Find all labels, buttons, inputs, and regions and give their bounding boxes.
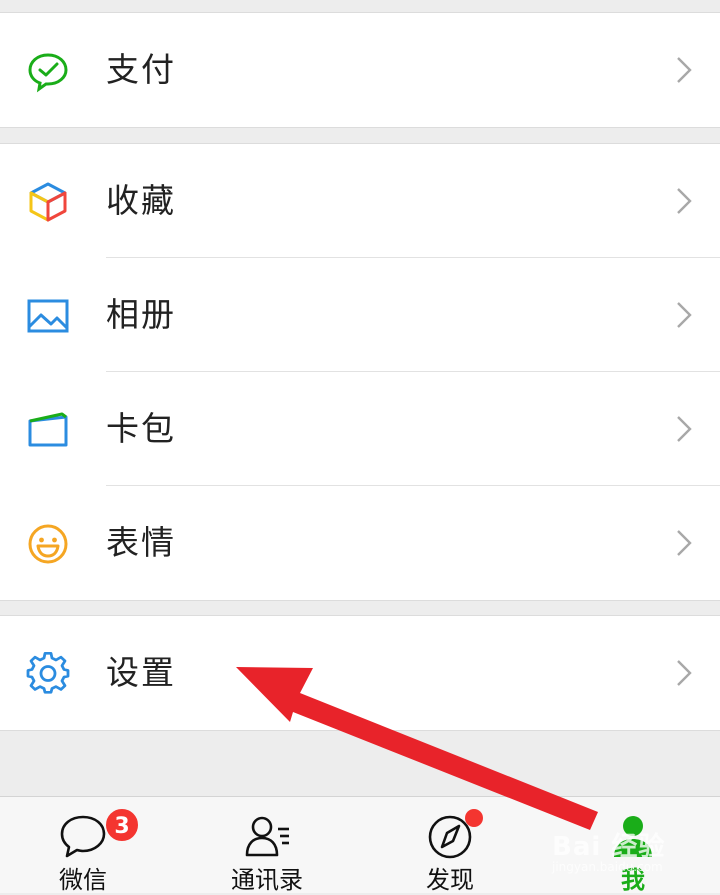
tab-contacts[interactable]: 通讯录 <box>192 797 342 894</box>
cube-icon <box>26 180 70 224</box>
menu-item-album[interactable]: 相册 <box>0 258 720 372</box>
chevron-right-icon <box>676 187 692 215</box>
menu-item-payment[interactable]: 支付 <box>0 13 720 127</box>
chevron-right-icon <box>676 659 692 687</box>
tab-discover[interactable]: 发现 <box>375 797 525 894</box>
gear-icon <box>26 652 70 696</box>
contacts-icon <box>242 811 292 861</box>
wallet-card-icon <box>26 408 70 452</box>
new-activity-dot <box>465 809 483 827</box>
unread-badge: 3 <box>104 807 140 843</box>
menu-item-label: 设置 <box>106 653 176 692</box>
payment-group: 支付 <box>0 12 720 128</box>
watermark-logo: Bai 经验 <box>552 832 666 862</box>
content-group: 收藏 相册 卡包 表情 <box>0 143 720 601</box>
chevron-right-icon <box>676 56 692 84</box>
smiley-icon <box>26 522 70 566</box>
menu-item-stickers[interactable]: 表情 <box>0 486 720 600</box>
tab-label: 微信 <box>59 866 107 894</box>
tab-label: 发现 <box>426 866 474 894</box>
settings-group: 设置 <box>0 615 720 731</box>
menu-item-settings[interactable]: 设置 <box>0 616 720 730</box>
wechat-pay-icon <box>26 49 70 93</box>
menu-item-label: 相册 <box>106 295 176 334</box>
chevron-right-icon <box>676 301 692 329</box>
tab-chats[interactable]: 3 微信 <box>8 797 158 894</box>
chat-bubble-icon <box>58 811 108 861</box>
menu-item-label: 收藏 <box>106 181 176 220</box>
menu-item-favorites[interactable]: 收藏 <box>0 144 720 258</box>
chevron-right-icon <box>676 529 692 557</box>
menu-item-label: 表情 <box>106 523 176 562</box>
tab-label: 通讯录 <box>231 866 303 894</box>
watermark-url: jingyan.baidu.com <box>552 860 663 874</box>
menu-item-label: 支付 <box>106 50 176 89</box>
chevron-right-icon <box>676 415 692 443</box>
picture-icon <box>26 294 70 338</box>
menu-item-cards[interactable]: 卡包 <box>0 372 720 486</box>
menu-item-label: 卡包 <box>106 409 176 448</box>
